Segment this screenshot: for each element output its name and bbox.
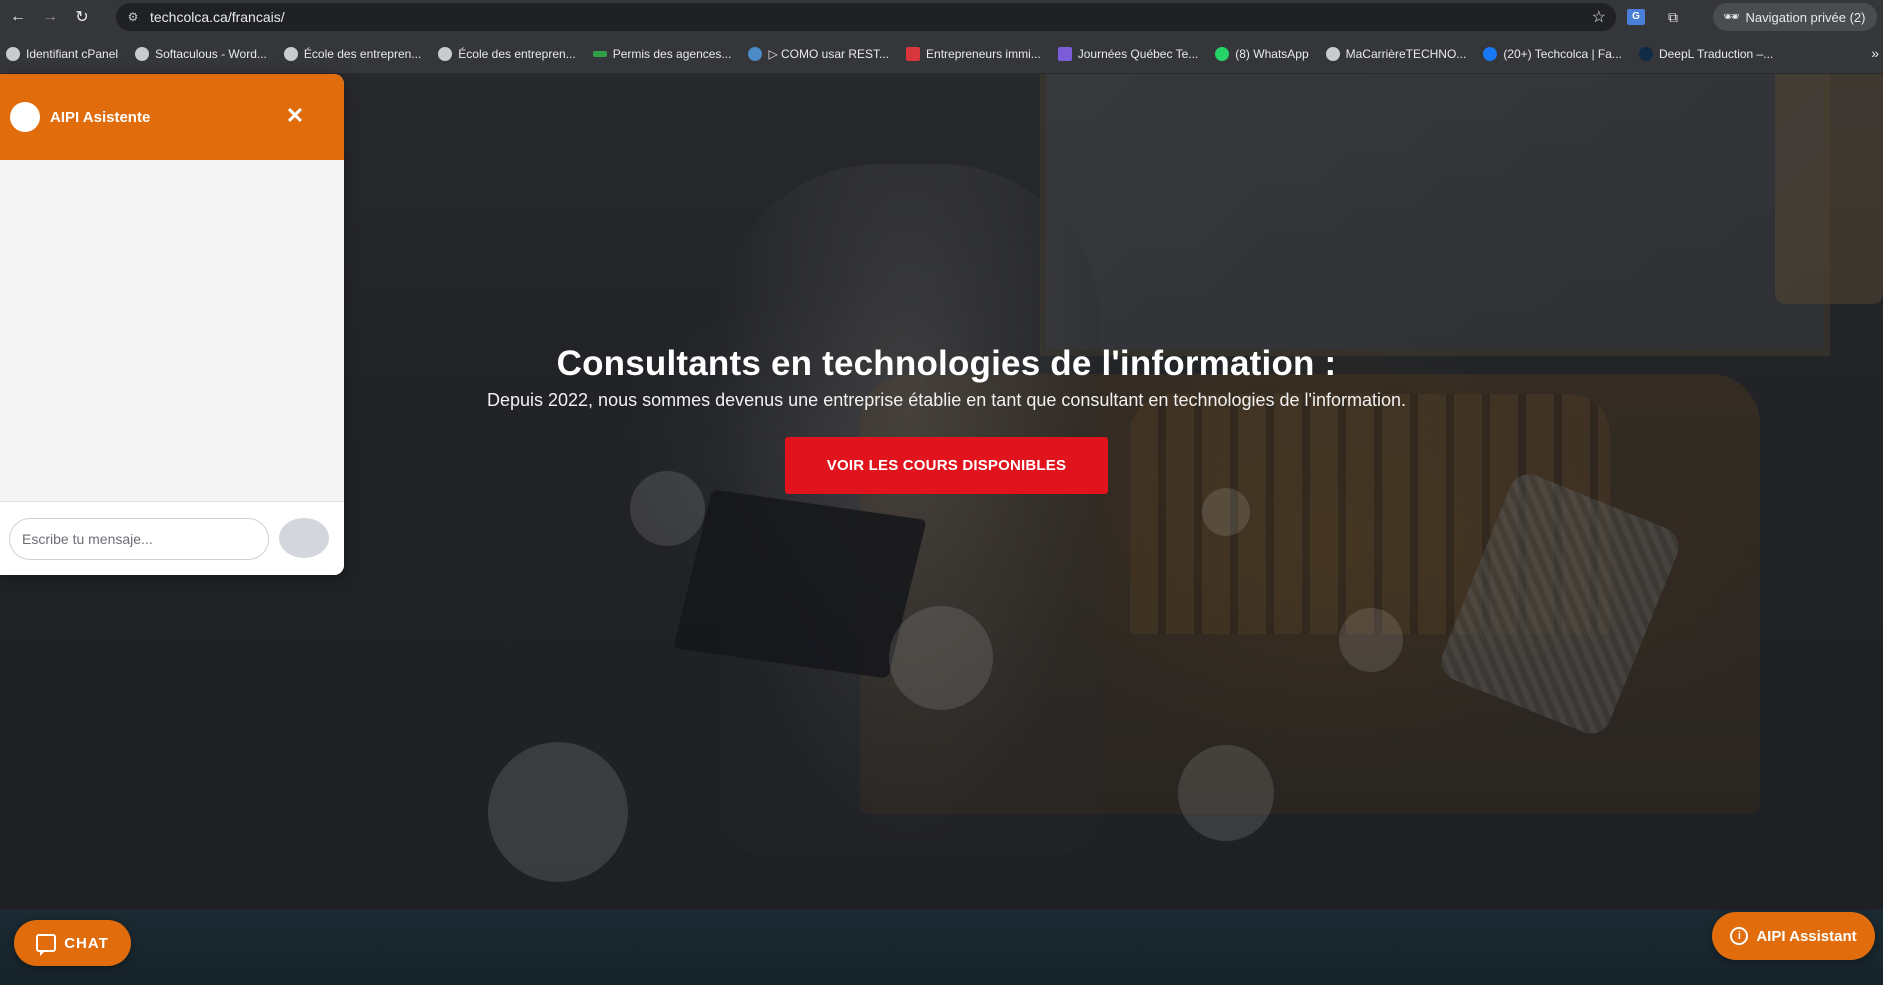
aipi-assistant-label: AIPI Assistant bbox=[1756, 927, 1857, 945]
bookmark-item[interactable]: (20+) Techcolca | Fa... bbox=[1483, 46, 1622, 61]
send-button[interactable] bbox=[279, 518, 329, 558]
decorative-bubble bbox=[1339, 608, 1403, 672]
close-icon[interactable]: ✕ bbox=[283, 103, 307, 128]
forward-icon[interactable]: → bbox=[36, 3, 64, 31]
chat-message-input[interactable] bbox=[9, 518, 269, 560]
next-section-band bbox=[0, 910, 1883, 985]
back-icon[interactable]: ← bbox=[4, 3, 32, 31]
bookmark-item[interactable]: DeepL Traduction –... bbox=[1638, 46, 1773, 61]
address-bar[interactable]: ⚙ techcolca.ca/francais/ ☆ bbox=[116, 3, 1616, 31]
bookmarks-overflow-icon[interactable]: » bbox=[1871, 45, 1879, 61]
globe-icon bbox=[135, 46, 150, 61]
decorative-bubble bbox=[1178, 745, 1274, 841]
bookmark-item[interactable]: Permis des agences... bbox=[592, 47, 731, 61]
facebook-icon bbox=[1483, 46, 1498, 61]
browser-toolbar: ← → ↻ ⚙ techcolca.ca/francais/ ☆ G ⧉ 🕶 N… bbox=[0, 0, 1883, 34]
private-mode-badge[interactable]: 🕶 Navigation privée (2) bbox=[1713, 3, 1878, 31]
site-info-icon[interactable]: ⚙ bbox=[122, 6, 144, 28]
decorative-bubble bbox=[889, 606, 993, 710]
chat-fab-label: CHAT bbox=[64, 934, 109, 952]
reload-icon[interactable]: ↻ bbox=[68, 3, 96, 31]
globe-icon bbox=[438, 46, 453, 61]
aipi-assistant-button[interactable]: i AIPI Assistant bbox=[1712, 912, 1875, 960]
extensions-icon[interactable]: ⧉ bbox=[1662, 6, 1684, 28]
bookmark-item[interactable]: ▷ COMO usar REST... bbox=[748, 46, 889, 61]
bookmark-item[interactable]: Identifiant cPanel bbox=[6, 46, 118, 61]
bookmark-item[interactable]: Softaculous - Word... bbox=[135, 46, 267, 61]
globe-icon bbox=[6, 46, 20, 61]
incognito-icon: 🕶 bbox=[1723, 9, 1740, 24]
chat-title: AIPI Asistente bbox=[50, 108, 151, 126]
translate-icon[interactable]: G bbox=[1625, 6, 1647, 28]
chat-messages-area[interactable] bbox=[0, 160, 344, 501]
decorative-bubble bbox=[630, 471, 705, 546]
decorative-bubble bbox=[1202, 488, 1250, 536]
chat-input-bar bbox=[0, 501, 344, 575]
bookmark-item[interactable]: École des entrepren... bbox=[283, 46, 421, 61]
bookmark-item[interactable]: École des entrepren... bbox=[438, 46, 576, 61]
yt-icon bbox=[748, 46, 763, 61]
play-icon bbox=[1057, 46, 1072, 61]
deepl-icon bbox=[1638, 46, 1653, 61]
view-courses-button[interactable]: VOIR LES COURS DISPONIBLES bbox=[785, 437, 1108, 494]
chat-bubble-icon bbox=[36, 934, 57, 956]
chat-panel: AIPI Asistente ✕ bbox=[0, 74, 344, 575]
whatsapp-icon bbox=[1215, 46, 1230, 61]
bookmark-item[interactable]: (8) WhatsApp bbox=[1215, 46, 1309, 61]
globe-icon bbox=[283, 46, 298, 61]
green-leaf-icon bbox=[592, 50, 607, 57]
assistant-avatar bbox=[10, 102, 40, 132]
bookmark-star-icon[interactable]: ☆ bbox=[1592, 7, 1606, 27]
e-icon bbox=[906, 46, 921, 61]
bookmarks-bar: Identifiant cPanel Softaculous - Word...… bbox=[0, 34, 1883, 74]
globe-icon bbox=[1325, 46, 1340, 61]
bookmark-item[interactable]: Entrepreneurs immi... bbox=[906, 46, 1041, 61]
bookmark-item[interactable]: MaCarrièreTECHNO... bbox=[1325, 46, 1466, 61]
private-mode-label: Navigation privée (2) bbox=[1745, 9, 1866, 25]
url-text[interactable]: techcolca.ca/francais/ bbox=[150, 9, 285, 25]
chat-header: AIPI Asistente ✕ bbox=[0, 74, 344, 160]
info-icon: i bbox=[1730, 927, 1749, 945]
bookmark-item[interactable]: Journées Québec Te... bbox=[1057, 46, 1198, 61]
chat-fab-button[interactable]: CHAT bbox=[14, 920, 131, 966]
decorative-bubble bbox=[488, 742, 628, 882]
